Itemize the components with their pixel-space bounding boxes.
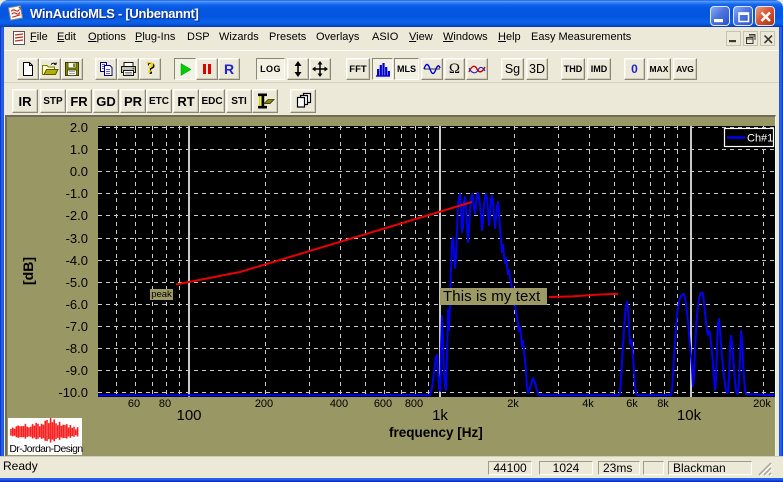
svg-text:Ch#1: Ch#1 [747,133,773,145]
